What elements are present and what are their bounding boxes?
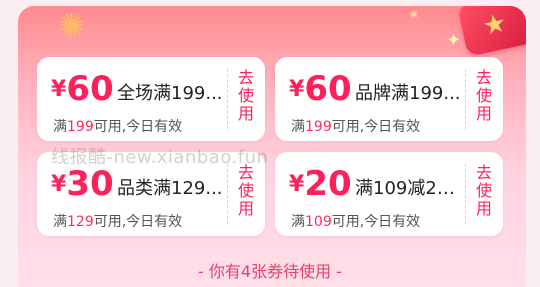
use-coupon-button[interactable]: 去使用 [474,164,494,218]
coupon-amount: ¥60 [51,69,114,109]
firework-icon: ✷ [408,7,420,23]
coupon-title: 全场满199... [117,83,223,104]
use-coupon-button[interactable]: 去使用 [236,69,256,123]
coupon-title: 品牌满199... [355,83,461,104]
coupon-card: ¥60 品牌满199... 满199可用,今日有效 去使用 [275,57,503,141]
use-coupon-button[interactable]: 去使用 [236,164,256,218]
firework-icon: ✺ [58,7,85,45]
coupon-condition: 满109可用,今日有效 [291,214,421,230]
coupon-condition: 满199可用,今日有效 [291,119,421,135]
coupon-condition: 满199可用,今日有效 [53,119,183,135]
pending-coupons-link[interactable]: - 你有4张券待使用 - [0,258,540,282]
divider [465,69,466,129]
divider [227,69,228,129]
divider [227,164,228,224]
divider [465,164,466,224]
coupon-amount: ¥30 [51,164,114,204]
coupon-card: ¥60 全场满199... 满199可用,今日有效 去使用 [37,57,265,141]
coupon-condition: 满129可用,今日有效 [53,214,183,230]
coupon-amount: ¥60 [289,69,352,109]
coupon-card: ¥20 满109减20元 满109可用,今日有效 去使用 [275,152,503,236]
sparkle-icon: ✦ [446,30,462,51]
coupon-amount: ¥20 [289,164,352,204]
watermark-text: 线报酷-new.xianbao.fun [51,147,269,168]
coupon-title: 品类满129... [117,178,223,199]
coupon-title: 满109减20元 [355,178,463,199]
use-coupon-button[interactable]: 去使用 [474,69,494,123]
